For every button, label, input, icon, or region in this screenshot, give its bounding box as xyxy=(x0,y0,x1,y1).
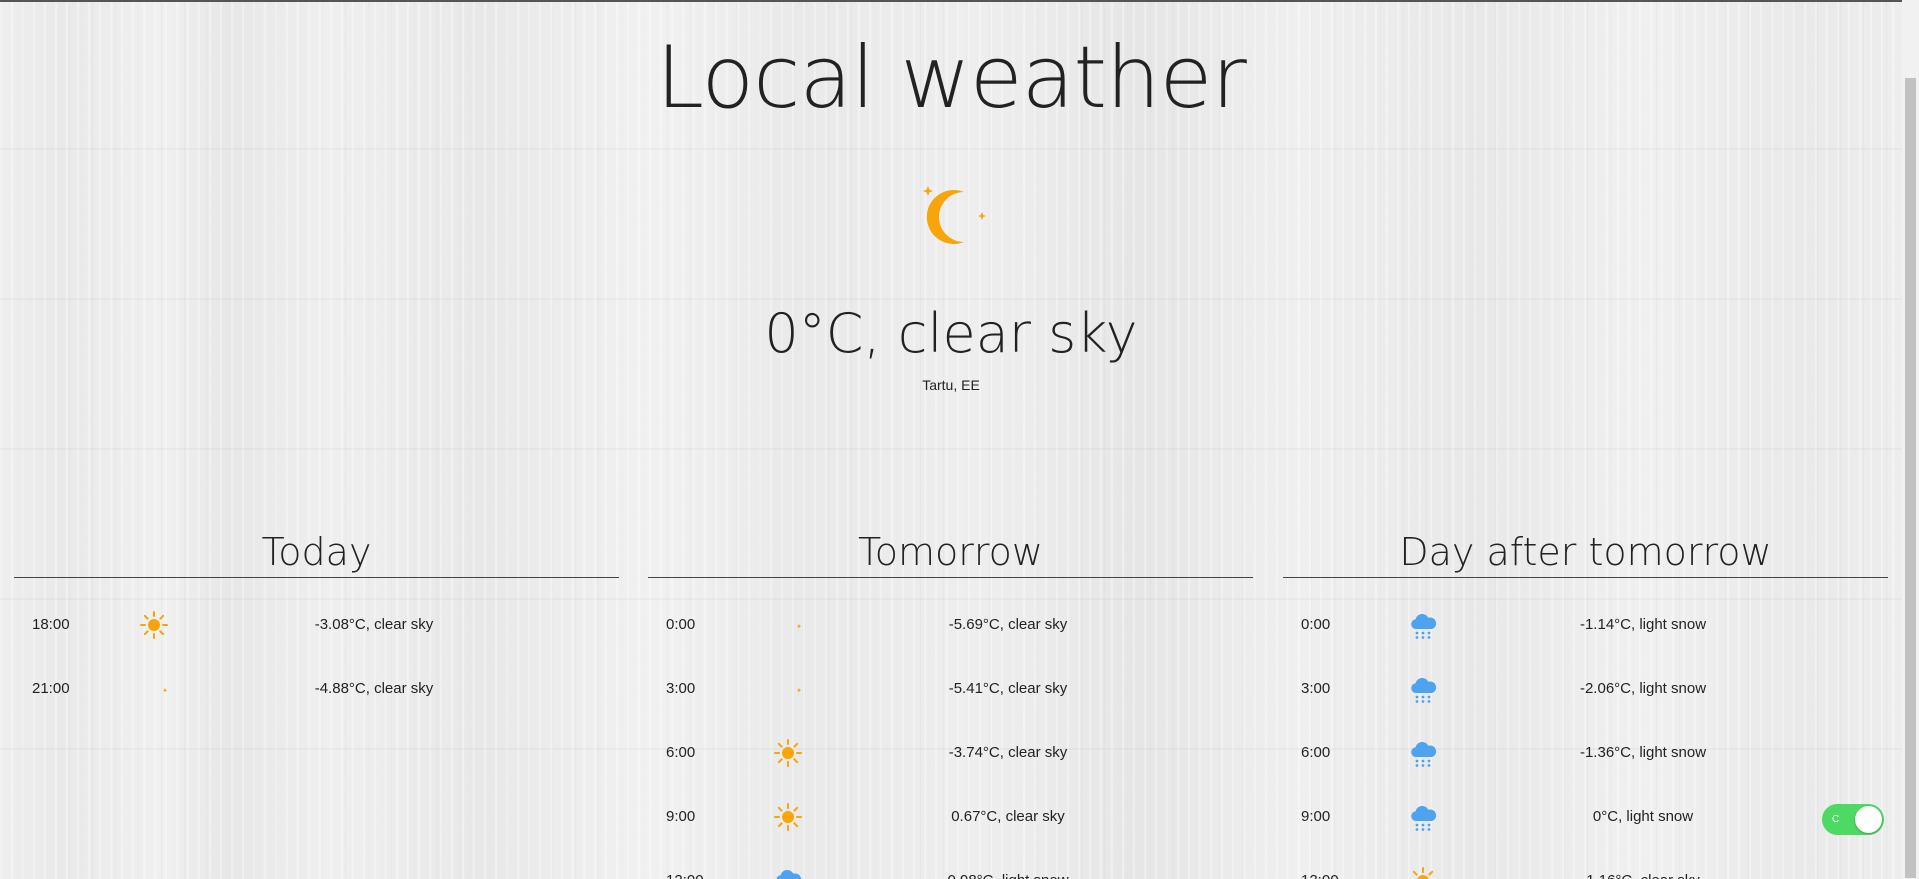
forecast-time: 0:00 xyxy=(666,616,696,633)
scrollbar[interactable] xyxy=(1902,0,1919,879)
forecast-day-after-tomorrow: Day after tomorrow 0:00 -1.14°C, light s… xyxy=(1283,528,1888,879)
column-title-tomorrow: Tomorrow xyxy=(648,528,1253,578)
forecast-row: 9:00 0°C, light snow xyxy=(1283,785,1888,849)
forecast-time: 18:00 xyxy=(32,616,70,633)
forecast-time: 9:00 xyxy=(1301,808,1331,825)
forecast-description: -5.41°C, clear sky xyxy=(948,680,1068,697)
forecast-time: 3:00 xyxy=(1301,680,1331,697)
scrollbar-thumb[interactable] xyxy=(1905,78,1916,878)
forecast-today: Today 18:00 -3.08°C, clear sky 21:00 -4.… xyxy=(14,528,619,721)
forecast-row: 12:00 0.98°C, light snow xyxy=(648,849,1253,879)
forecast-row: 0:00 -1.14°C, light snow xyxy=(1283,593,1888,657)
sun-icon xyxy=(1407,865,1439,879)
forecast-time: 9:00 xyxy=(666,808,696,825)
forecast-time: 3:00 xyxy=(666,680,696,697)
moon-icon xyxy=(772,673,804,705)
forecast-time: 0:00 xyxy=(1301,616,1331,633)
moon-icon xyxy=(772,609,804,641)
current-conditions: 0°C, clear sky xyxy=(764,302,1138,365)
forecast-description: 0.98°C, light snow xyxy=(808,849,1208,879)
forecast-description: -2.06°C, light snow xyxy=(1579,680,1707,697)
sun-icon xyxy=(138,609,170,641)
moon-icon xyxy=(138,673,170,705)
sun-icon xyxy=(772,801,804,833)
forecast-row: 3:00 -5.41°C, clear sky xyxy=(648,657,1253,721)
forecast-row: 6:00 -3.74°C, clear sky xyxy=(648,721,1253,785)
forecast-description: 0.67°C, clear sky xyxy=(951,808,1065,825)
column-title-today: Today xyxy=(14,528,619,578)
unit-toggle-label: C xyxy=(1832,814,1840,825)
forecast-row: 9:00 0.67°C, clear sky xyxy=(648,785,1253,849)
forecast-time: 12:00 xyxy=(666,849,726,879)
toggle-knob[interactable] xyxy=(1855,806,1882,833)
forecast-row: 21:00 -4.88°C, clear sky xyxy=(14,657,619,721)
forecast-description: -4.88°C, clear sky xyxy=(314,680,434,697)
forecast-time: 6:00 xyxy=(1301,744,1331,761)
forecast-description: -1.36°C, light snow xyxy=(1579,744,1707,761)
snow-cloud-icon xyxy=(1407,609,1439,641)
forecast-time: 12:00 xyxy=(1301,849,1361,879)
snow-cloud-icon xyxy=(772,865,804,879)
location-label: Tartu, EE xyxy=(922,377,980,393)
forecast-description: -5.69°C, clear sky xyxy=(948,616,1068,633)
forecast-row: 3:00 -2.06°C, light snow xyxy=(1283,657,1888,721)
forecast-row: 18:00 -3.08°C, clear sky xyxy=(14,593,619,657)
forecast-description: -3.08°C, clear sky xyxy=(314,616,434,633)
moon-stars-icon xyxy=(920,182,990,252)
forecast-row: 12:00 1.16°C, clear sky xyxy=(1283,849,1888,879)
forecast-time: 21:00 xyxy=(32,680,70,697)
forecast-description: 0°C, light snow xyxy=(1592,808,1694,825)
forecast-description: -3.74°C, clear sky xyxy=(948,744,1068,761)
snow-cloud-icon xyxy=(1407,673,1439,705)
forecast-tomorrow: Tomorrow 0:00 -5.69°C, clear sky 3:00 -5… xyxy=(648,528,1253,879)
snow-cloud-icon xyxy=(1407,737,1439,769)
forecast-row: 0:00 -5.69°C, clear sky xyxy=(648,593,1253,657)
forecast-description: -1.14°C, light snow xyxy=(1579,616,1707,633)
weather-page: { "header": { "title": "Local weather" }… xyxy=(0,0,1919,879)
unit-toggle[interactable]: C xyxy=(1822,804,1884,835)
sun-icon xyxy=(772,737,804,769)
page-title: Local weather xyxy=(656,28,1247,128)
top-border xyxy=(0,0,1919,2)
forecast-description: 1.16°C, clear sky xyxy=(1443,849,1843,879)
column-title-day-after: Day after tomorrow xyxy=(1283,528,1888,578)
forecast-row: 6:00 -1.36°C, light snow xyxy=(1283,721,1888,785)
snow-cloud-icon xyxy=(1407,801,1439,833)
forecast-time: 6:00 xyxy=(666,744,696,761)
